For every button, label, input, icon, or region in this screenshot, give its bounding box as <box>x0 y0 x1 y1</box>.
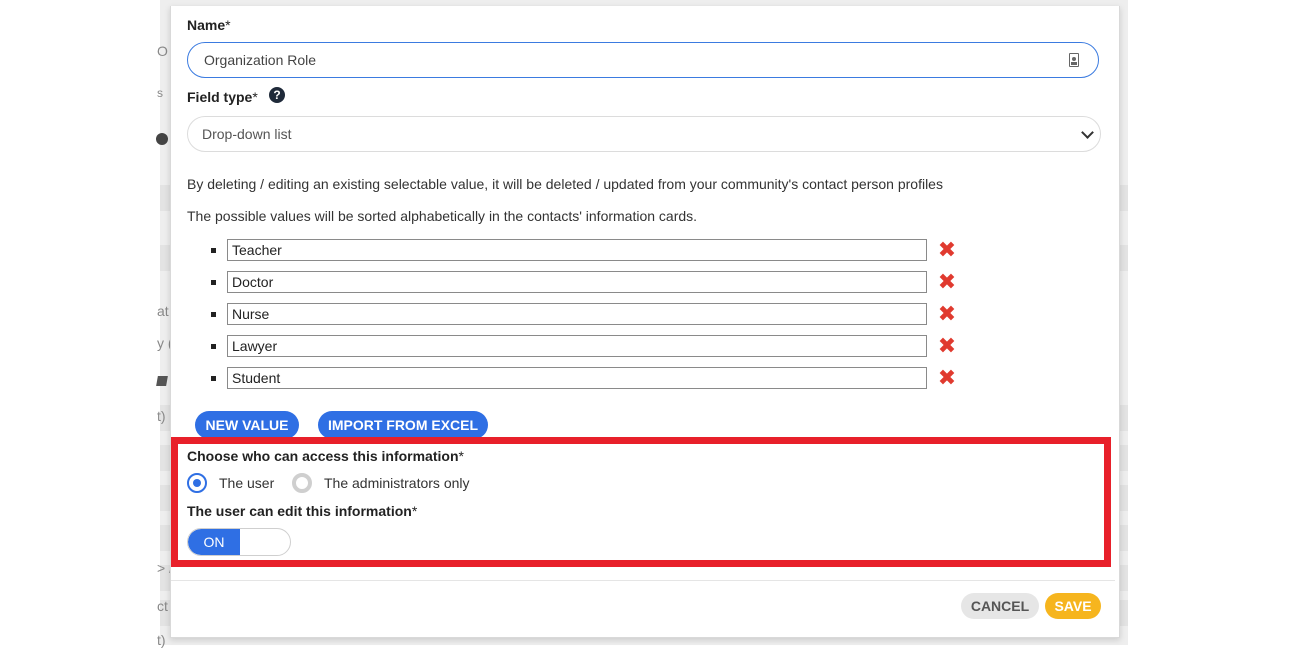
delete-icon[interactable]: ✖ <box>937 367 957 389</box>
value-input[interactable] <box>227 335 927 357</box>
bullet <box>211 376 216 381</box>
bullet <box>211 344 216 349</box>
required-marker: * <box>252 89 258 105</box>
footer-divider <box>171 580 1115 581</box>
name-label-text: Name <box>187 17 226 33</box>
help-icon[interactable]: ? <box>269 87 285 103</box>
edit-field-modal: Name* Field type* ? Drop-down list By de… <box>170 6 1120 638</box>
cancel-button[interactable]: CANCEL <box>961 593 1039 619</box>
highlight-frame <box>171 437 1111 567</box>
name-input[interactable] <box>187 42 1099 78</box>
delete-icon[interactable]: ✖ <box>937 335 957 357</box>
background-text: t) <box>157 408 166 424</box>
import-from-excel-button[interactable]: IMPORT FROM EXCEL <box>318 411 488 439</box>
background-text: s <box>157 86 163 100</box>
bullet <box>211 248 216 253</box>
field-type-select[interactable]: Drop-down list <box>187 116 1101 152</box>
delete-icon[interactable]: ✖ <box>937 271 957 293</box>
bullet <box>211 280 216 285</box>
delete-icon[interactable]: ✖ <box>937 239 957 261</box>
field-type-label-text: Field type <box>187 89 253 105</box>
delete-icon[interactable]: ✖ <box>937 303 957 325</box>
required-marker: * <box>225 17 231 33</box>
sort-note: The possible values will be sorted alpha… <box>187 208 698 224</box>
field-type-selected: Drop-down list <box>202 126 292 142</box>
bullet <box>211 312 216 317</box>
background-icon <box>156 133 168 145</box>
background-text: ct <box>157 598 168 614</box>
background-text: at <box>157 303 169 319</box>
name-label: Name* <box>187 17 231 33</box>
delete-note: By deleting / editing an existing select… <box>187 176 943 192</box>
background-edit-icon <box>156 376 168 386</box>
value-input[interactable] <box>227 239 927 261</box>
value-input[interactable] <box>227 367 927 389</box>
background-text: t) <box>157 632 166 648</box>
value-input[interactable] <box>227 303 927 325</box>
save-button[interactable]: SAVE <box>1045 593 1101 619</box>
field-type-label: Field type* <box>187 89 258 105</box>
value-input[interactable] <box>227 271 927 293</box>
contact-card-icon[interactable] <box>1069 53 1079 67</box>
background-text: O <box>157 43 168 59</box>
new-value-button[interactable]: NEW VALUE <box>195 411 299 439</box>
